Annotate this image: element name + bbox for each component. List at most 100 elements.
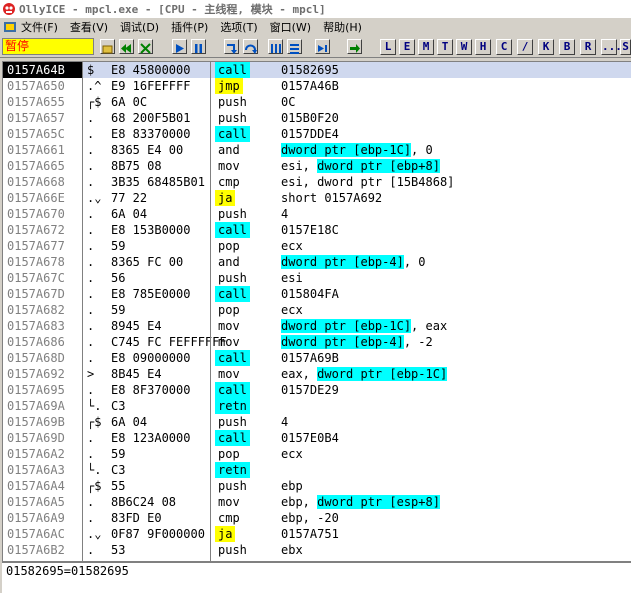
operand-part: , 0 [411, 143, 433, 157]
hex-dump-cell: E9 16FEFFFF [111, 79, 191, 93]
address-cell: 0157A6A5 [7, 495, 65, 509]
disasm-row[interactable]: 0157A65C. E8 83370000 call 0157DDE4 [3, 126, 631, 142]
disasm-row[interactable]: 0157A670. 6A 04 push 4 [3, 206, 631, 222]
menu-help[interactable]: 帮助(H) [323, 19, 362, 35]
disasm-row[interactable]: 0157A6A2. 59 pop ecx [3, 446, 631, 462]
disasm-row[interactable]: 0157A6A4 ┌$ 55 push ebp [3, 478, 631, 494]
disasm-row[interactable]: 0157A64B $ E8 45800000 call 01582695 [3, 62, 631, 78]
disasm-row[interactable]: 0157A67C. 56 push esi [3, 270, 631, 286]
disasm-row[interactable]: 0157A668. 3B35 68485B01 cmp esi, dword ptr … [3, 174, 631, 190]
operand-part: esi, [281, 159, 318, 173]
toolbar: 暂停 L E M T W H C / K B R ... S [0, 36, 631, 58]
close-button[interactable] [138, 39, 153, 54]
mnemonic-cell: push [218, 271, 247, 285]
operand-part: dword ptr [ebp-4] [281, 255, 404, 269]
step-over-button[interactable] [243, 39, 258, 54]
operand-part: dword ptr [ebp-1C] [281, 143, 412, 157]
jump-marker: . [87, 495, 95, 509]
jump-marker: ┌$ [87, 95, 102, 109]
menu-bar: 文件(F) 查看(V) 调试(D) 插件(P) 选项(T) 窗口(W) 帮助(H… [0, 18, 631, 36]
disasm-row[interactable]: 0157A650 .^ E9 16FEFFFF jmp 0157A46B [3, 78, 631, 94]
address-cell: 0157A69A [7, 399, 65, 413]
disasm-row[interactable]: 0157A661. 8365 E4 00 and dword ptr [ebp-1C]… [3, 142, 631, 158]
source-button[interactable]: S [620, 39, 631, 55]
disasm-row[interactable]: 0157A682. 59 pop ecx [3, 302, 631, 318]
hex-dump-cell: 59 [111, 447, 126, 461]
disasm-row[interactable]: 0157A69B ┌$ 6A 04 push 4 [3, 414, 631, 430]
ollyice-app-icon[interactable] [2, 2, 16, 16]
open-button[interactable] [100, 39, 115, 54]
disasm-row[interactable]: 0157A672. E8 153B0000 call 0157E18C [3, 222, 631, 238]
disasm-row[interactable]: 0157A6A5. 8B6C24 08 mov ebp, dword ptr [esp… [3, 494, 631, 510]
disasm-row[interactable]: 0157A6AC .⌄ 0F87 9F000000 ja 0157A751 [3, 526, 631, 542]
operand-cell: 0157E18C [281, 222, 339, 238]
disasm-row[interactable]: 0157A6A9. 83FD E0 cmp ebp, -20 [3, 510, 631, 526]
mnemonic-cell: retn [215, 462, 250, 478]
address-cell: 0157A6AC [7, 527, 65, 541]
disasm-row[interactable]: 0157A6A3 └. C3 retn [3, 462, 631, 478]
menu-debug[interactable]: 调试(D) [120, 19, 159, 35]
address-cell: 0157A6A9 [7, 511, 65, 525]
disasm-row[interactable]: 0157A6B2. 53 push ebx [3, 542, 631, 558]
executable-modules-button[interactable]: E [399, 39, 415, 55]
disasm-row[interactable]: 0157A678. 8365 FC 00 and dword ptr [ebp-4],… [3, 254, 631, 270]
mnemonic-cell: push [218, 543, 247, 557]
menu-plugins[interactable]: 插件(P) [171, 19, 208, 35]
address-cell: 0157A655 [7, 95, 65, 109]
disasm-row[interactable]: 0157A692 >8B45 E4 mov eax, dword ptr [ebp-1… [3, 366, 631, 382]
disasm-row[interactable]: 0157A695. E8 8F370000 call 0157DE29 [3, 382, 631, 398]
mnemonic-cell: push [218, 111, 247, 125]
operand-part: ebx [281, 543, 303, 557]
disasm-row[interactable]: 0157A686. C745 FC FEFFFFFF mov dword ptr [e… [3, 334, 631, 350]
mnemonic-cell: call [215, 286, 250, 302]
disasm-row[interactable]: 0157A683. 8945 E4 mov dword ptr [ebp-1C], e… [3, 318, 631, 334]
operand-part: 0157DE29 [281, 383, 339, 397]
address-cell: 0157A657 [7, 111, 65, 125]
disasm-row[interactable]: 0157A665. 8B75 08 mov esi, dword ptr [ebp+8… [3, 158, 631, 174]
hex-dump-cell: 77 22 [111, 191, 148, 205]
disasm-row[interactable]: 0157A69A └. C3 retn [3, 398, 631, 414]
breakpoints-button[interactable]: B [559, 39, 575, 55]
operand-part: ebp, -20 [281, 511, 339, 525]
operand-cell: esi, dword ptr [ebp+8] [281, 158, 440, 174]
patches-button[interactable]: / [517, 39, 533, 55]
call-stack-button[interactable]: K [538, 39, 554, 55]
operand-part: , 0 [403, 255, 426, 269]
goto-address-button[interactable] [347, 39, 362, 54]
disasm-row[interactable]: 0157A69D. E8 123A0000 call 0157E0B4 [3, 430, 631, 446]
hex-dump-cell: E8 785E0000 [111, 287, 191, 301]
disasm-row[interactable]: 0157A657. 68 200F5B01 push 015B0F20 [3, 110, 631, 126]
operand-cell: dword ptr [ebp-4], -2 [281, 334, 433, 350]
address-cell: 0157A686 [7, 335, 65, 349]
disasm-row[interactable]: 0157A655 ┌$ 6A 0C push 0C [3, 94, 631, 110]
execute-till-return-button[interactable] [315, 39, 330, 54]
trace-into-button[interactable] [268, 39, 283, 54]
title-bar[interactable]: OllyICE - mpcl.exe - [CPU - 主线程, 模块 - mp… [0, 0, 631, 18]
restart-button[interactable] [119, 39, 134, 54]
memory-map-button[interactable]: M [418, 39, 434, 55]
menu-window[interactable]: 窗口(W) [270, 19, 311, 35]
hex-dump-cell: 56 [111, 271, 126, 285]
threads-button[interactable]: T [437, 39, 453, 55]
step-into-button[interactable] [224, 39, 239, 54]
disassembly-pane[interactable]: 0157A64B $ E8 45800000 call 01582695 0157A650… [2, 61, 631, 561]
menu-view[interactable]: 查看(V) [70, 19, 108, 35]
menu-file[interactable]: 文件(F) [21, 19, 58, 35]
cpu-button[interactable]: C [496, 39, 512, 55]
run-button[interactable] [172, 39, 187, 54]
handles-button[interactable]: H [475, 39, 491, 55]
disasm-row[interactable]: 0157A67D. E8 785E0000 call 015804FA [3, 286, 631, 302]
disasm-row[interactable]: 0157A66E .⌄ 77 22 ja short 0157A692 [3, 190, 631, 206]
address-cell: 0157A672 [7, 223, 65, 237]
run-trace-button[interactable]: ... [601, 39, 622, 55]
menu-options[interactable]: 选项(T) [220, 19, 257, 35]
hex-dump-cell: C3 [111, 399, 126, 413]
trace-over-button[interactable] [287, 39, 302, 54]
references-button[interactable]: R [580, 39, 596, 55]
pause-button[interactable] [191, 39, 206, 54]
window-menu-icon[interactable] [3, 20, 17, 34]
windows-button[interactable]: W [456, 39, 472, 55]
disasm-row[interactable]: 0157A68D. E8 09000000 call 0157A69B [3, 350, 631, 366]
log-window-button[interactable]: L [380, 39, 396, 55]
disasm-row[interactable]: 0157A677. 59 pop ecx [3, 238, 631, 254]
